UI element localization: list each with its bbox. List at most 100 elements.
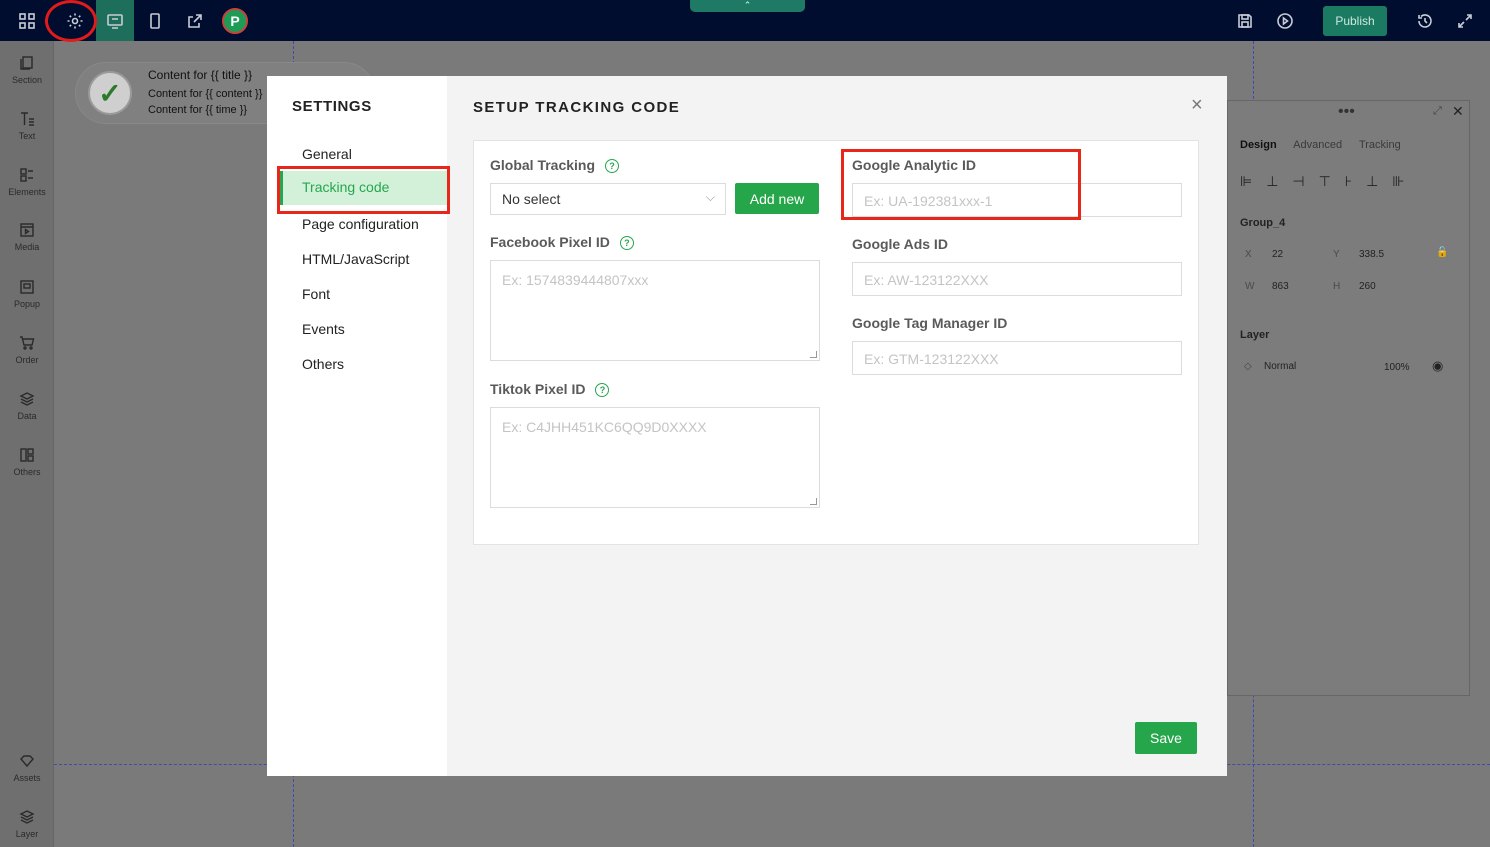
mobile-icon[interactable] <box>141 7 169 35</box>
visibility-eye-icon[interactable]: ◉ <box>1432 358 1443 374</box>
fullscreen-icon[interactable] <box>1451 7 1479 35</box>
card-content: Content for {{ content }} <box>148 88 263 100</box>
sidebar-item-others[interactable]: Others <box>0 447 54 477</box>
align-tools-row[interactable]: ⊫⊥⊣⊤⊦⊥⊪ <box>1240 173 1418 190</box>
publish-button[interactable]: Publish <box>1323 6 1387 36</box>
highlight-circle <box>45 0 97 42</box>
nav-item-events[interactable]: Events <box>302 321 345 337</box>
sidebar-item-label: Section <box>11 75 43 85</box>
sidebar-item-data[interactable]: Data <box>0 391 54 421</box>
user-avatar[interactable]: P <box>222 8 248 34</box>
save-icon[interactable] <box>1231 7 1259 35</box>
text-icon <box>21 112 34 126</box>
nav-item-page-configuration[interactable]: Page configuration <box>302 216 419 232</box>
sidebar-item-label: Popup <box>13 299 41 309</box>
layer-icon <box>19 810 35 824</box>
sidebar-item-label: Others <box>13 467 41 477</box>
collapse-handle[interactable]: ⌃ <box>690 0 805 12</box>
facebook-pixel-placeholder: Ex: 1574839444807xxx <box>502 272 649 288</box>
media-icon <box>20 223 34 237</box>
sidebar-item-assets[interactable]: Assets <box>0 753 54 783</box>
page-title: SETUP TRACKING CODE <box>473 99 681 116</box>
google-tag-manager-input[interactable]: Ex: GTM-123122XXX <box>852 341 1182 375</box>
google-tag-manager-placeholder: Ex: GTM-123122XXX <box>864 351 999 367</box>
w-label: W <box>1245 281 1255 292</box>
google-ads-input[interactable]: Ex: AW-123122XXX <box>852 262 1182 296</box>
facebook-pixel-label: Facebook Pixel ID? <box>490 234 634 250</box>
google-ads-label: Google Ads ID <box>852 236 948 252</box>
group-name: Group_4 <box>1240 217 1286 229</box>
sidebar-item-section[interactable]: Section <box>0 55 54 85</box>
sidebar-item-label: Media <box>14 242 40 252</box>
h-label: H <box>1333 281 1341 292</box>
resize-handle[interactable] <box>810 351 817 358</box>
cart-icon <box>20 336 35 350</box>
close-panel-icon[interactable]: ✕ <box>1452 103 1464 120</box>
top-toolbar: P ⌃ Publish <box>0 0 1490 42</box>
global-tracking-select[interactable]: No select ⌵ <box>490 183 726 215</box>
panel-tabs: Design Advanced Tracking <box>1240 139 1415 151</box>
sidebar-item-media[interactable]: Media <box>0 222 54 252</box>
others-icon <box>20 448 34 462</box>
add-new-button[interactable]: Add new <box>735 183 819 214</box>
facebook-pixel-textarea[interactable]: Ex: 1574839444807xxx <box>490 260 820 361</box>
layer-title: Layer <box>1240 329 1270 341</box>
apps-grid-icon[interactable] <box>13 7 41 35</box>
sidebar-item-label: Layer <box>15 829 39 839</box>
lock-icon[interactable]: 🔓 <box>1436 247 1448 258</box>
sidebar-item-label: Assets <box>13 773 41 783</box>
properties-panel: ••• ⤢ ✕ Design Advanced Tracking ⊫⊥⊣⊤⊦⊥⊪… <box>1227 100 1470 696</box>
tiktok-pixel-label-text: Tiktok Pixel ID <box>490 381 586 397</box>
google-ads-placeholder: Ex: AW-123122XXX <box>864 272 989 288</box>
tab-tracking[interactable]: Tracking <box>1359 139 1401 151</box>
nav-item-font[interactable]: Font <box>302 286 330 302</box>
history-icon[interactable] <box>1411 7 1439 35</box>
facebook-pixel-label-text: Facebook Pixel ID <box>490 234 610 250</box>
close-icon[interactable]: × <box>1191 94 1203 117</box>
w-value[interactable]: 863 <box>1272 281 1289 292</box>
left-sidebar: Section Text Elements Media Popup Order … <box>0 41 54 847</box>
more-options-icon[interactable]: ••• <box>1338 103 1355 121</box>
blend-mode-select[interactable]: Normal <box>1264 361 1296 372</box>
checkmark-icon: ✓ <box>88 71 132 115</box>
save-button[interactable]: Save <box>1135 722 1197 754</box>
sidebar-item-elements[interactable]: Elements <box>0 167 54 197</box>
desktop-icon[interactable] <box>101 7 129 35</box>
sidebar-item-layer[interactable]: Layer <box>0 809 54 839</box>
opacity-value[interactable]: 100% <box>1384 362 1410 373</box>
help-icon[interactable]: ? <box>605 159 620 173</box>
sidebar-item-label: Order <box>15 355 39 365</box>
resize-handle[interactable] <box>810 498 817 505</box>
x-value[interactable]: 22 <box>1272 249 1283 260</box>
tiktok-pixel-textarea[interactable]: Ex: C4JHH451KC6QQ9D0XXXX <box>490 407 820 508</box>
h-value[interactable]: 260 <box>1359 281 1376 292</box>
nav-item-html-javascript[interactable]: HTML/JavaScript <box>302 251 409 267</box>
assets-diamond-icon <box>20 755 34 768</box>
popup-icon <box>20 280 34 294</box>
global-tracking-label-text: Global Tracking <box>490 157 596 173</box>
global-tracking-value: No select <box>502 191 561 207</box>
sidebar-item-label: Elements <box>8 187 46 197</box>
tracking-form: Global Tracking? No select ⌵ Add new Fac… <box>473 140 1199 545</box>
chevron-down-icon: ⌵ <box>705 190 715 204</box>
sidebar-item-popup[interactable]: Popup <box>0 279 54 309</box>
y-value[interactable]: 338.5 <box>1359 249 1384 260</box>
preview-play-icon[interactable] <box>1271 7 1299 35</box>
sidebar-item-label: Data <box>17 411 37 421</box>
help-icon[interactable]: ? <box>619 236 634 250</box>
sidebar-item-text[interactable]: Text <box>0 111 54 141</box>
nav-item-general[interactable]: General <box>302 146 352 162</box>
nav-item-others[interactable]: Others <box>302 356 344 372</box>
sidebar-item-order[interactable]: Order <box>0 335 54 365</box>
highlight-box-tracking <box>277 166 450 214</box>
tab-advanced[interactable]: Advanced <box>1293 139 1342 151</box>
share-icon[interactable] <box>181 7 209 35</box>
tiktok-pixel-placeholder: Ex: C4JHH451KC6QQ9D0XXXX <box>502 419 707 435</box>
section-icon <box>20 56 33 70</box>
tab-design[interactable]: Design <box>1240 139 1277 151</box>
expand-icon[interactable]: ⤢ <box>1433 105 1442 118</box>
elements-icon <box>20 168 33 182</box>
card-time: Content for {{ time }} <box>148 104 248 116</box>
help-icon[interactable]: ? <box>595 383 610 397</box>
settings-modal: SETTINGS General Tracking code Page conf… <box>267 76 1227 776</box>
